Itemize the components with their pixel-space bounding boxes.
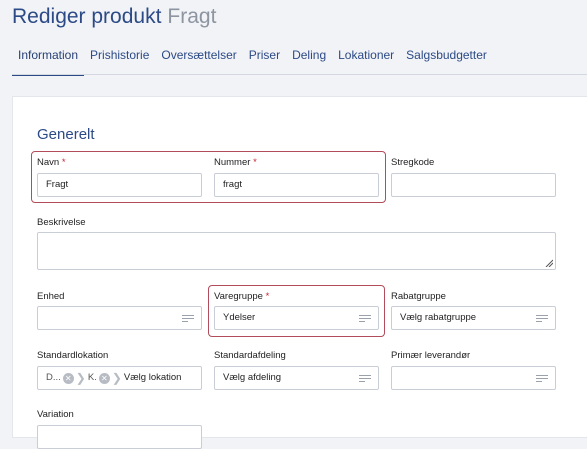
rabatgruppe-placeholder: Vælg rabatgruppe	[400, 312, 477, 323]
page-header: Rediger produkt Fragt Information Prishis…	[0, 0, 587, 94]
location-chip-2-label: K.	[87, 372, 97, 383]
dropdown-icon	[536, 314, 548, 323]
page-title: Rediger produkt Fragt	[12, 5, 216, 29]
tab-divider	[12, 74, 587, 75]
tab-prishistorie[interactable]: Prishistorie	[84, 47, 155, 74]
varegruppe-select[interactable]: Ydelser	[214, 306, 379, 330]
dropdown-icon	[359, 374, 371, 383]
beskrivelse-label: Beskrivelse	[37, 217, 86, 228]
standardlokation-label: Standardlokation	[37, 350, 109, 361]
dropdown-icon	[536, 374, 548, 383]
primaer-leverandor-label: Primær leverandør	[391, 350, 471, 361]
tab-oversaettelser[interactable]: Oversættelser	[155, 47, 242, 74]
variation-label: Variation	[37, 409, 74, 420]
chevron-right-icon: ❯	[111, 371, 122, 385]
standardafdeling-select[interactable]: Vælg afdeling	[214, 366, 379, 390]
tab-information[interactable]: Information	[12, 47, 85, 76]
chevron-right-icon: ❯	[75, 371, 86, 385]
chip-remove-icon[interactable]: ✕	[62, 372, 74, 384]
location-chip-1: D... ✕	[46, 367, 74, 389]
tab-lokationer[interactable]: Lokationer	[332, 47, 400, 74]
beskrivelse-textarea[interactable]	[37, 232, 556, 270]
varegruppe-value: Ydelser	[223, 312, 256, 323]
rabatgruppe-select[interactable]: Vælg rabatgruppe	[391, 306, 556, 330]
rabatgruppe-label: Rabatgruppe	[391, 291, 446, 302]
enhed-label: Enhed	[37, 291, 65, 302]
chip-remove-icon[interactable]: ✕	[98, 372, 110, 384]
section-title: Generelt	[37, 126, 95, 143]
nummer-input[interactable]: fragt	[214, 173, 379, 197]
nummer-label-text: Nummer	[214, 157, 251, 168]
navn-required-marker: *	[61, 157, 66, 168]
standardlokation-select[interactable]: D... ✕ ❯ K. ✕ ❯ Vælg lokation	[37, 366, 202, 390]
enhed-select[interactable]	[37, 306, 202, 330]
location-chip-1-label: D...	[46, 372, 61, 383]
navn-input[interactable]: Fragt	[37, 173, 202, 197]
standardafdeling-placeholder: Vælg afdeling	[223, 372, 282, 383]
page-subtitle: Fragt	[167, 5, 217, 28]
stregkode-input[interactable]	[391, 173, 556, 197]
standardlokation-placeholder: Vælg lokation	[123, 372, 182, 383]
varegruppe-label-text: Varegruppe	[214, 291, 263, 302]
nummer-required-marker: *	[253, 157, 257, 168]
varegruppe-label: Varegruppe *	[214, 291, 269, 302]
navn-label-text: Navn	[37, 157, 60, 168]
tab-bar: Information Prishistorie Oversættelser P…	[12, 47, 493, 76]
varegruppe-required-marker: *	[265, 291, 270, 302]
tab-priser[interactable]: Priser	[243, 47, 286, 74]
variation-input[interactable]	[37, 425, 202, 449]
dropdown-icon	[182, 314, 194, 323]
page-title-text: Rediger produkt	[12, 5, 162, 28]
stregkode-label: Stregkode	[391, 157, 435, 168]
location-chip-2: K. ✕	[88, 367, 110, 389]
dropdown-icon	[359, 314, 371, 323]
tab-salgsbudgetter[interactable]: Salgsbudgetter	[400, 47, 493, 74]
tab-deling[interactable]: Deling	[286, 47, 332, 74]
nummer-label: Nummer *	[214, 157, 257, 168]
standardafdeling-label: Standardafdeling	[214, 350, 286, 361]
primaer-leverandor-select[interactable]	[391, 366, 556, 390]
navn-label: Navn *	[37, 157, 66, 168]
resize-handle-icon[interactable]	[545, 259, 553, 267]
